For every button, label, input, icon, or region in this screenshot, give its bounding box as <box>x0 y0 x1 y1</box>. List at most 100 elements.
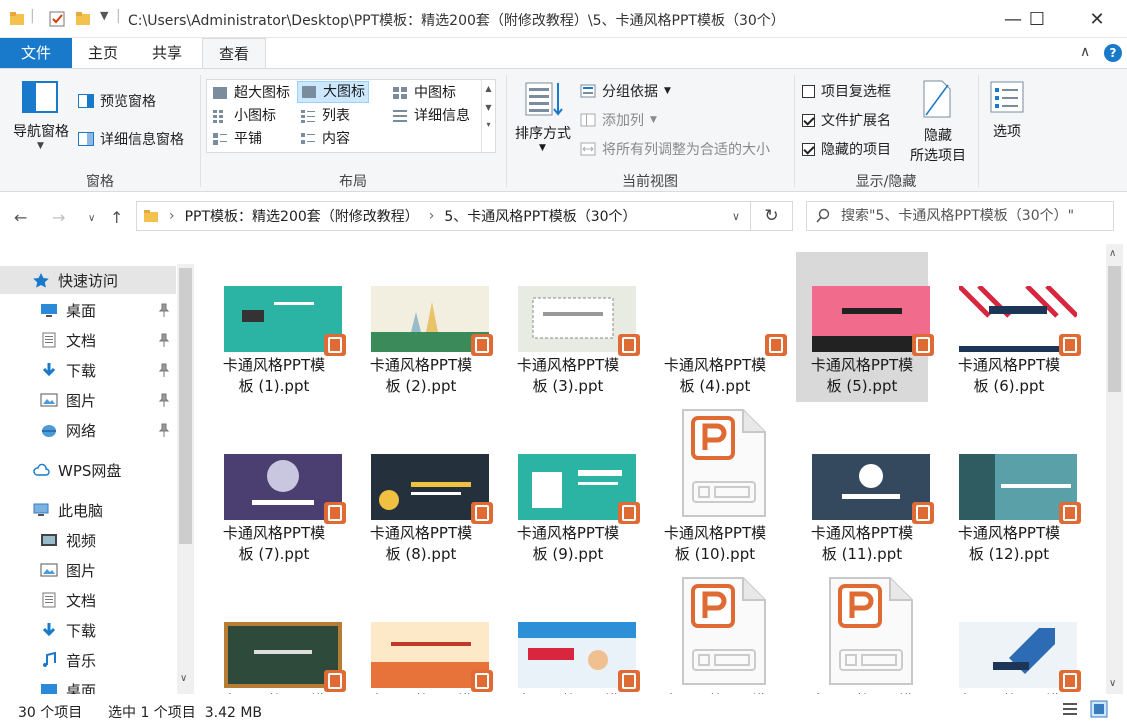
file-item[interactable]: 卡通风格PPT模板 (9).ppt <box>502 420 640 570</box>
file-item[interactable]: 卡通风格PPT模板 (4).ppt <box>649 252 787 402</box>
file-extensions-checkbox[interactable] <box>802 113 815 127</box>
nav-wps-drive[interactable]: WPS网盘 <box>0 456 176 484</box>
nav-item[interactable]: 视频 <box>0 526 176 554</box>
nav-label: 此电脑 <box>58 501 104 520</box>
nav-item[interactable]: 图片 <box>0 556 176 584</box>
grid-icon <box>213 87 227 99</box>
desktop-icon <box>41 304 57 317</box>
file-item[interactable]: 卡通风格PPT模板 (3).ppt <box>502 252 640 402</box>
file-item[interactable]: 卡通风格PPT模板 (5).ppt <box>796 252 934 402</box>
pin-icon[interactable] <box>158 333 170 347</box>
file-item[interactable]: 卡通风格PPT模 <box>649 577 781 694</box>
back-arrow-icon[interactable]: ← <box>14 208 27 227</box>
file-item[interactable]: 卡通风格PPT模板 (12).ppt <box>943 420 1081 570</box>
group-label-panes: 窗格 <box>86 174 114 190</box>
close-button[interactable]: ✕ <box>1074 0 1120 38</box>
layout-list[interactable]: 列表 <box>297 105 353 127</box>
properties-check-icon[interactable] <box>48 10 66 28</box>
address-bar[interactable]: › PPT模板：精选200套（附修改教程） › 5、卡通风格PPT模板（30个）… <box>136 201 751 231</box>
scroll-up-icon[interactable]: ∧ <box>1109 248 1116 259</box>
fit-columns-button[interactable]: 将所有列调整为合适的大小 <box>580 139 770 159</box>
breadcrumb-current[interactable]: 5、卡通风格PPT模板（30个） <box>444 206 636 226</box>
file-item[interactable]: 卡通风格PPT模板 (10).ppt <box>649 409 781 570</box>
layout-small-icons[interactable]: 小图标 <box>209 105 279 127</box>
nav-item[interactable]: 下载 <box>0 356 176 384</box>
new-folder-icon[interactable] <box>74 10 92 28</box>
tab-share[interactable]: 共享 <box>134 38 200 68</box>
layout-extra-large-icons[interactable]: 超大图标 <box>209 82 293 104</box>
content-scrollbar[interactable]: ∧ ∨ <box>1106 244 1123 694</box>
file-item[interactable]: 卡通风格PPT模板 (2).ppt <box>355 252 493 402</box>
file-item[interactable]: 卡通风格PPT模 <box>796 577 928 694</box>
large-icons-view-icon[interactable] <box>1090 700 1108 718</box>
file-item[interactable]: 卡通风格PPT模 <box>355 588 493 694</box>
collapse-ribbon-icon[interactable]: ∧ <box>1080 44 1090 60</box>
breadcrumb-separator-icon[interactable]: › <box>169 208 175 224</box>
details-pane-button[interactable]: 详细信息窗格 <box>78 129 184 149</box>
file-extensions-toggle[interactable]: 文件扩展名 <box>802 110 891 130</box>
file-thumbnail <box>812 286 934 356</box>
file-item[interactable]: 卡通风格PPT模板 (11).ppt <box>796 420 934 570</box>
hidden-items-checkbox[interactable] <box>802 142 815 156</box>
maximize-button[interactable]: ☐ <box>1014 0 1060 38</box>
file-item[interactable]: 卡通风格PPT模板 (1).ppt <box>208 252 346 402</box>
nav-item[interactable]: 图片 <box>0 386 176 414</box>
nav-item[interactable]: 音乐 <box>0 646 176 674</box>
refresh-button[interactable]: ↻ <box>751 201 793 231</box>
details-view-icon[interactable] <box>1062 702 1078 716</box>
pin-icon[interactable] <box>158 393 170 407</box>
nav-scrollbar[interactable]: ∧ ∨ <box>177 264 194 694</box>
address-dropdown-icon[interactable]: ∨ <box>732 210 740 223</box>
layout-large-icons[interactable]: 大图标 <box>297 81 369 103</box>
hide-selected-button[interactable]: 隐藏 所选项目 <box>902 77 974 165</box>
nav-item[interactable]: 文档 <box>0 326 176 354</box>
layout-gallery-scroll[interactable]: ▲ ▼ ▾ <box>481 80 495 152</box>
sort-by-button[interactable]: 排序方式 ▼ <box>510 77 576 161</box>
preview-pane-button[interactable]: 预览窗格 <box>78 91 156 111</box>
hidden-items-toggle[interactable]: 隐藏的项目 <box>802 139 891 159</box>
options-button[interactable]: 选项 <box>984 79 1030 159</box>
customize-quick-access-icon[interactable]: ▼ <box>100 9 108 22</box>
layout-medium-icons[interactable]: 中图标 <box>389 82 459 104</box>
file-thumbnail <box>665 286 787 356</box>
group-by-button[interactable]: 分组依据 ▼ <box>580 81 671 101</box>
tab-view[interactable]: 查看 <box>202 38 266 69</box>
search-box[interactable] <box>806 201 1114 231</box>
nav-item[interactable]: 文档 <box>0 586 176 614</box>
nav-this-pc[interactable]: 此电脑 <box>0 496 176 524</box>
search-input[interactable] <box>841 208 1111 224</box>
layout-tiles[interactable]: 平铺 <box>209 128 265 150</box>
nav-item[interactable]: 桌面 <box>0 676 176 694</box>
recent-locations-icon[interactable]: ∨ <box>88 213 95 224</box>
nav-scrollbar-thumb[interactable] <box>179 268 192 544</box>
content-scrollbar-thumb[interactable] <box>1108 266 1121 392</box>
hide-selected-label-1: 隐藏 <box>924 128 952 144</box>
item-checkboxes-toggle[interactable]: 项目复选框 <box>802 81 891 101</box>
help-icon[interactable]: ? <box>1104 44 1122 62</box>
layout-content[interactable]: 内容 <box>297 128 353 150</box>
layout-details[interactable]: 详细信息 <box>389 105 473 127</box>
scroll-down-icon[interactable]: ∨ <box>1109 678 1116 689</box>
breadcrumb-separator-icon[interactable]: › <box>429 208 435 224</box>
file-item[interactable]: 卡通风格PPT模板 (8).ppt <box>355 420 493 570</box>
navigation-pane-button[interactable]: 导航窗格 ▼ <box>8 79 74 159</box>
tab-home[interactable]: 主页 <box>72 38 134 68</box>
file-item[interactable]: 卡通风格PPT模 <box>208 588 346 694</box>
file-item[interactable]: 卡通风格PPT模 <box>502 588 640 694</box>
file-item[interactable]: 卡通风格PPT模 <box>943 588 1081 694</box>
pin-icon[interactable] <box>158 423 170 437</box>
breadcrumb-parent[interactable]: PPT模板：精选200套（附修改教程） <box>185 206 419 226</box>
scroll-down-icon[interactable]: ∨ <box>180 673 187 684</box>
add-columns-button[interactable]: 添加列 ▼ <box>580 110 657 130</box>
up-arrow-icon[interactable]: ↑ <box>110 208 123 227</box>
pin-icon[interactable] <box>158 303 170 317</box>
nav-item[interactable]: 桌面 <box>0 296 176 324</box>
item-checkboxes-checkbox[interactable] <box>802 84 815 98</box>
pin-icon[interactable] <box>158 363 170 377</box>
nav-item[interactable]: 下载 <box>0 616 176 644</box>
nav-quick-access[interactable]: 快速访问 <box>0 266 176 294</box>
nav-item[interactable]: 网络 <box>0 416 176 444</box>
file-item[interactable]: 卡通风格PPT模板 (6).ppt <box>943 252 1081 402</box>
forward-arrow-icon[interactable]: → <box>52 208 65 227</box>
file-item[interactable]: 卡通风格PPT模板 (7).ppt <box>208 420 346 570</box>
